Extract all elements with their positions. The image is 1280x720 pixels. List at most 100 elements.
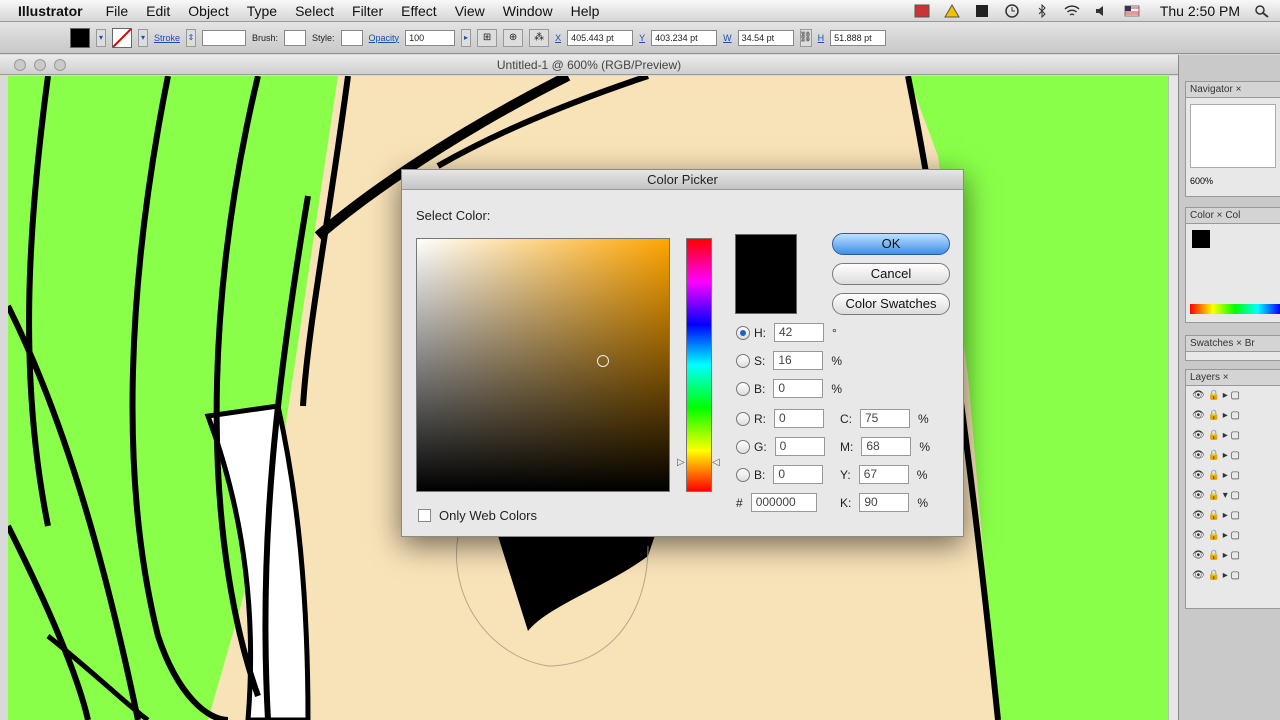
app-status-icon[interactable] bbox=[974, 4, 990, 18]
menu-file[interactable]: File bbox=[106, 3, 129, 19]
red-radio[interactable] bbox=[736, 411, 750, 426]
align-icon[interactable]: ⊞ bbox=[477, 28, 498, 47]
saturation-input[interactable]: 16 bbox=[773, 351, 824, 370]
layer-row[interactable]: 👁 🔒 ▸ ▢ bbox=[1192, 386, 1280, 406]
hue-row: H: 42 ° bbox=[736, 323, 837, 342]
menu-help[interactable]: Help bbox=[571, 3, 600, 19]
layer-row[interactable]: 👁 🔒 ▾ ▢ bbox=[1192, 486, 1280, 506]
control-bar: ▾ ▾ Stroke ⇕ Brush: Style: Opacity 100 ▸… bbox=[0, 22, 1280, 54]
menu-view[interactable]: View bbox=[455, 3, 485, 19]
w-label[interactable]: W bbox=[723, 33, 732, 43]
app-menu[interactable]: Illustrator bbox=[18, 3, 83, 19]
hue-slider-left-arrow[interactable]: ▷ bbox=[677, 457, 685, 468]
hue-radio[interactable] bbox=[736, 325, 750, 340]
color-sample-marker[interactable] bbox=[597, 355, 609, 367]
stroke-dropdown[interactable]: ▾ bbox=[138, 28, 148, 47]
close-window-button[interactable] bbox=[14, 59, 26, 71]
blue-radio[interactable] bbox=[736, 467, 750, 482]
saturation-radio[interactable] bbox=[736, 353, 750, 368]
h-label[interactable]: H bbox=[818, 33, 825, 43]
only-web-colors-label: Only Web Colors bbox=[439, 508, 538, 523]
fill-dropdown[interactable]: ▾ bbox=[96, 28, 106, 47]
hue-input[interactable]: 42 bbox=[774, 323, 824, 342]
stroke-weight-field[interactable] bbox=[202, 29, 247, 46]
stroke-label[interactable]: Stroke bbox=[154, 33, 180, 43]
layer-row[interactable]: 👁 🔒 ▸ ▢ bbox=[1192, 446, 1280, 466]
hue-slider-right-arrow[interactable]: ◁ bbox=[712, 457, 720, 468]
h-field[interactable]: 51.888 pt bbox=[830, 29, 887, 46]
transform-icon[interactable]: ⊕ bbox=[503, 28, 524, 47]
navigator-zoom[interactable]: 600% bbox=[1186, 174, 1280, 188]
hue-slider[interactable] bbox=[686, 238, 712, 492]
color-spectrum[interactable] bbox=[1190, 304, 1280, 314]
only-web-colors-checkbox[interactable] bbox=[418, 509, 431, 522]
time-machine-icon[interactable] bbox=[1004, 4, 1020, 18]
flag-icon[interactable] bbox=[1124, 4, 1140, 18]
menu-filter[interactable]: Filter bbox=[352, 3, 383, 19]
menu-window[interactable]: Window bbox=[503, 3, 553, 19]
layer-row[interactable]: 👁 🔒 ▸ ▢ bbox=[1192, 566, 1280, 586]
x-label[interactable]: X bbox=[555, 33, 561, 43]
y-field[interactable]: 403.234 pt bbox=[651, 29, 718, 46]
red-input[interactable]: 0 bbox=[774, 409, 824, 428]
menu-type[interactable]: Type bbox=[247, 3, 277, 19]
yellow-input[interactable]: 67 bbox=[858, 465, 909, 484]
minimize-window-button[interactable] bbox=[34, 59, 46, 71]
layer-row[interactable]: 👁 🔒 ▸ ▢ bbox=[1192, 526, 1280, 546]
x-field[interactable]: 405.443 pt bbox=[567, 29, 634, 46]
menu-object[interactable]: Object bbox=[188, 3, 228, 19]
layer-row[interactable]: 👁 🔒 ▸ ▢ bbox=[1192, 406, 1280, 426]
yellow-row: Y: 67 % bbox=[840, 465, 927, 484]
menu-select[interactable]: Select bbox=[295, 3, 334, 19]
wifi-icon[interactable] bbox=[1064, 4, 1080, 18]
warning-icon[interactable] bbox=[943, 4, 960, 18]
cancel-button[interactable]: Cancel bbox=[832, 263, 950, 285]
green-radio[interactable] bbox=[736, 439, 750, 454]
stroke-swatch[interactable] bbox=[112, 27, 132, 48]
only-web-colors-option[interactable]: Only Web Colors bbox=[418, 508, 537, 523]
cyan-input[interactable]: 75 bbox=[860, 409, 910, 428]
layer-row[interactable]: 👁 🔒 ▸ ▢ bbox=[1192, 506, 1280, 526]
black-input[interactable]: 90 bbox=[859, 493, 910, 512]
swatches-tab[interactable]: Swatches × Br bbox=[1186, 336, 1280, 352]
style-field[interactable] bbox=[340, 29, 363, 46]
blue-input[interactable]: 0 bbox=[773, 465, 824, 484]
magenta-input[interactable]: 68 bbox=[861, 437, 912, 456]
y-label[interactable]: Y bbox=[639, 33, 645, 43]
bluetooth-icon[interactable] bbox=[1034, 4, 1050, 18]
menubar-clock[interactable]: Thu 2:50 PM bbox=[1160, 3, 1240, 19]
brightness-input[interactable]: 0 bbox=[773, 379, 824, 398]
brightness-radio[interactable] bbox=[736, 381, 750, 396]
vertical-scrollbar[interactable] bbox=[1168, 76, 1178, 720]
layer-row[interactable]: 👁 🔒 ▸ ▢ bbox=[1192, 546, 1280, 566]
opacity-label[interactable]: Opacity bbox=[369, 33, 400, 43]
hex-input[interactable]: 000000 bbox=[750, 493, 817, 512]
menu-effect[interactable]: Effect bbox=[401, 3, 437, 19]
link-icon[interactable]: ⛓ bbox=[799, 28, 812, 47]
saturation-row: S: 16 % bbox=[736, 351, 842, 370]
navigator-tab[interactable]: Navigator × bbox=[1186, 82, 1280, 98]
opacity-field[interactable]: 100 bbox=[405, 29, 456, 46]
saturation-brightness-field[interactable] bbox=[416, 238, 670, 492]
layer-row[interactable]: 👁 🔒 ▸ ▢ bbox=[1192, 426, 1280, 446]
fill-swatch[interactable] bbox=[70, 27, 90, 48]
grid-icon[interactable]: ⁂ bbox=[529, 28, 550, 47]
opacity-dropdown[interactable]: ▸ bbox=[461, 28, 472, 47]
green-input[interactable]: 0 bbox=[774, 437, 825, 456]
menu-edit[interactable]: Edit bbox=[146, 3, 170, 19]
brush-field[interactable] bbox=[284, 29, 307, 46]
volume-icon[interactable] bbox=[1094, 4, 1110, 18]
color-fill-swatch[interactable] bbox=[1192, 230, 1210, 248]
color-swatches-button[interactable]: Color Swatches bbox=[832, 293, 950, 315]
zoom-window-button[interactable] bbox=[54, 59, 66, 71]
ok-button[interactable]: OK bbox=[832, 233, 950, 255]
stroke-weight-stepper[interactable]: ⇕ bbox=[186, 28, 197, 47]
green-label: G: bbox=[754, 439, 767, 454]
color-tab[interactable]: Color × Col bbox=[1186, 208, 1280, 224]
spotlight-icon[interactable] bbox=[1254, 4, 1270, 18]
layer-row[interactable]: 👁 🔒 ▸ ▢ bbox=[1192, 466, 1280, 486]
layers-tab[interactable]: Layers × bbox=[1186, 370, 1280, 386]
navigator-preview[interactable] bbox=[1190, 104, 1276, 168]
w-field[interactable]: 34.54 pt bbox=[737, 29, 794, 46]
screen-icon[interactable] bbox=[914, 4, 930, 18]
